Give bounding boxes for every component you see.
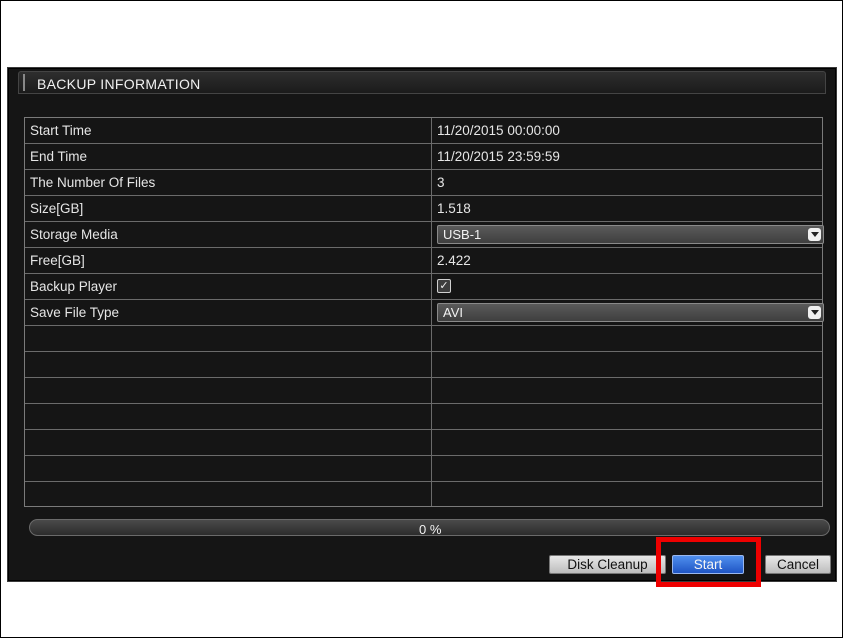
empty-cell: [25, 326, 432, 351]
start-button-highlight: [656, 537, 761, 587]
chevron-down-icon[interactable]: [808, 228, 821, 241]
title-bar: BACKUP INFORMATION: [18, 71, 826, 94]
end-time-label: End Time: [25, 144, 432, 169]
row-start-time: Start Time 11/20/2015 00:00:00: [25, 118, 822, 144]
start-time-value: 11/20/2015 00:00:00: [437, 123, 560, 138]
empty-row: [25, 326, 822, 352]
empty-cell: [25, 430, 432, 455]
backup-player-checkbox[interactable]: ✓: [437, 279, 451, 293]
empty-cell: [25, 404, 432, 429]
empty-cell: [25, 352, 432, 377]
row-end-time: End Time 11/20/2015 23:59:59: [25, 144, 822, 170]
empty-row: [25, 430, 822, 456]
storage-media-select[interactable]: USB-1: [437, 225, 824, 244]
size-value: 1.518: [437, 201, 471, 216]
start-time-label: Start Time: [25, 118, 432, 143]
save-file-type-select[interactable]: AVI: [437, 303, 824, 322]
number-of-files-value: 3: [437, 175, 445, 190]
empty-row: [25, 378, 822, 404]
row-storage-media: Storage Media USB-1: [25, 222, 824, 248]
row-free: Free[GB] 2.422: [25, 248, 822, 274]
backup-player-label: Backup Player: [25, 274, 432, 299]
empty-row: [25, 456, 822, 482]
cancel-button[interactable]: Cancel: [765, 555, 831, 574]
save-file-type-selected: AVI: [443, 305, 463, 320]
row-save-file-type: Save File Type AVI: [25, 300, 824, 326]
backup-information-dialog: BACKUP INFORMATION Start Time 11/20/2015…: [7, 67, 837, 582]
empty-row: [25, 352, 822, 378]
empty-cell: [25, 482, 432, 506]
empty-cell: [25, 378, 432, 403]
row-backup-player: Backup Player ✓: [25, 274, 822, 300]
number-of-files-label: The Number Of Files: [25, 170, 432, 195]
row-size: Size[GB] 1.518: [25, 196, 822, 222]
chevron-down-icon[interactable]: [808, 306, 821, 319]
backup-info-table: Start Time 11/20/2015 00:00:00 End Time …: [24, 117, 824, 507]
size-label: Size[GB]: [25, 196, 432, 221]
checkmark-icon: ✓: [439, 280, 449, 292]
end-time-value: 11/20/2015 23:59:59: [437, 149, 560, 164]
storage-media-label: Storage Media: [25, 222, 432, 247]
empty-row: [25, 404, 822, 430]
dialog-title: BACKUP INFORMATION: [37, 76, 201, 92]
empty-row: [25, 482, 822, 506]
disk-cleanup-button[interactable]: Disk Cleanup: [549, 555, 666, 574]
progress-percent: 0 %: [419, 522, 442, 537]
storage-media-selected: USB-1: [443, 227, 482, 242]
empty-cell: [25, 456, 432, 481]
free-value: 2.422: [437, 253, 471, 268]
free-label: Free[GB]: [25, 248, 432, 273]
save-file-type-label: Save File Type: [25, 300, 432, 325]
row-number-of-files: The Number Of Files 3: [25, 170, 822, 196]
